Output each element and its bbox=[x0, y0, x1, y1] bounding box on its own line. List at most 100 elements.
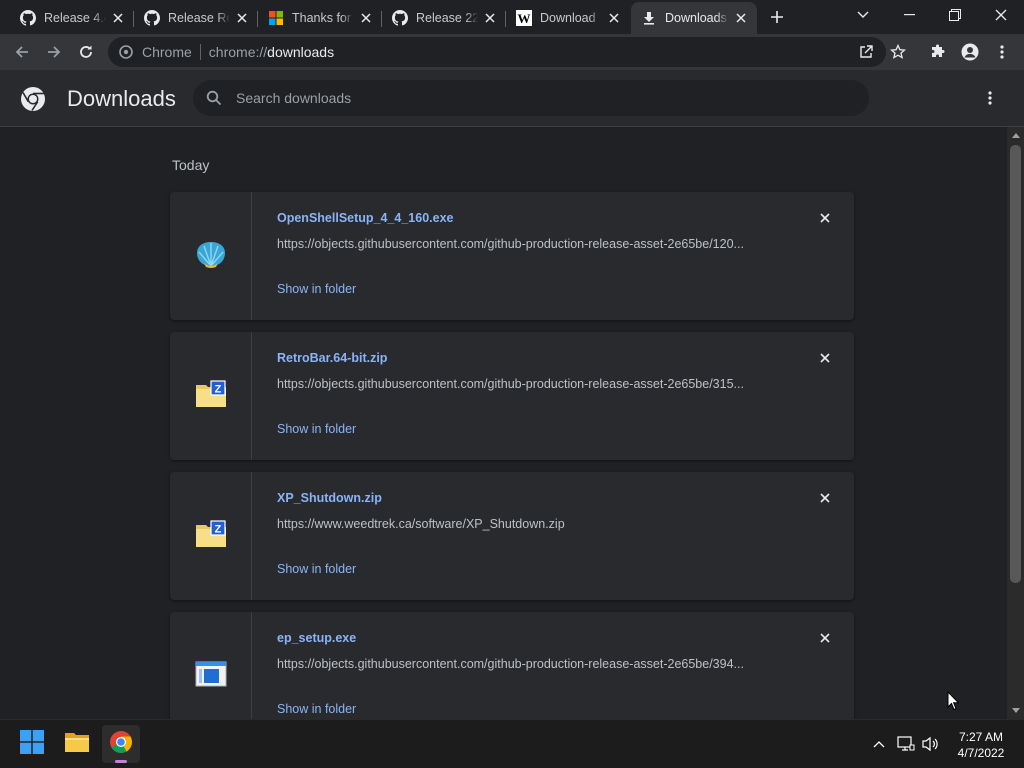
show-in-folder-link[interactable]: Show in folder bbox=[277, 282, 356, 296]
address-bar[interactable]: Chrome chrome:// downloads bbox=[108, 37, 886, 67]
scroll-up-arrow-icon[interactable] bbox=[1007, 127, 1024, 144]
colorful-grid-icon bbox=[268, 10, 284, 26]
network-icon[interactable] bbox=[896, 734, 916, 754]
vertical-scrollbar[interactable] bbox=[1007, 127, 1024, 719]
chrome-logo-icon bbox=[20, 86, 46, 112]
remove-from-list-icon[interactable] bbox=[815, 208, 835, 228]
url-host: downloads bbox=[267, 44, 335, 60]
url-scheme: chrome:// bbox=[208, 44, 268, 60]
tab-title: Thanks for downloading bbox=[292, 11, 354, 25]
reload-button[interactable] bbox=[72, 38, 100, 66]
file-explorer-icon bbox=[64, 731, 90, 758]
omnibox-divider bbox=[199, 44, 201, 60]
scrollbar-thumb[interactable] bbox=[1010, 145, 1021, 583]
close-tab-icon[interactable] bbox=[110, 10, 126, 26]
new-tab-button[interactable] bbox=[766, 6, 788, 28]
chrome-icon bbox=[109, 730, 133, 759]
chrome-menu-icon[interactable] bbox=[988, 38, 1016, 66]
remove-from-list-icon[interactable] bbox=[815, 348, 835, 368]
show-in-folder-link[interactable]: Show in folder bbox=[277, 422, 356, 436]
zip-folder-icon: Z bbox=[195, 519, 227, 553]
setup-window-icon bbox=[195, 661, 227, 692]
tab-thanks-for-downloading[interactable]: Thanks for downloading bbox=[258, 2, 382, 34]
download-item: Z RetroBar.64-bit.zip https://objects.gi… bbox=[170, 332, 854, 460]
tab-downloads[interactable]: Downloads bbox=[631, 2, 757, 34]
start-button[interactable] bbox=[13, 725, 51, 763]
zip-folder-icon: Z bbox=[195, 379, 227, 413]
close-tab-icon[interactable] bbox=[733, 10, 749, 26]
file-icon-column bbox=[170, 612, 252, 719]
tab-release-open-shell[interactable]: Release 4.4.160 bbox=[10, 2, 134, 34]
close-tab-icon[interactable] bbox=[482, 10, 498, 26]
tab-title: Release 4.4.160 bbox=[44, 11, 106, 25]
show-in-folder-link[interactable]: Show in folder bbox=[277, 562, 356, 576]
site-chip: Chrome bbox=[142, 44, 192, 60]
browser-toolbar: Chrome chrome:// downloads bbox=[0, 34, 1024, 70]
remove-from-list-icon[interactable] bbox=[815, 488, 835, 508]
file-icon-column: Z bbox=[170, 472, 252, 600]
volume-icon[interactable] bbox=[921, 734, 941, 754]
source-url[interactable]: https://objects.githubusercontent.com/gi… bbox=[277, 237, 777, 251]
page-title: Downloads bbox=[67, 86, 176, 111]
back-button[interactable] bbox=[8, 38, 36, 66]
bookmark-star-icon[interactable] bbox=[884, 38, 912, 66]
clock-date: 4/7/2022 bbox=[957, 746, 1005, 760]
w-logo-icon: W bbox=[516, 10, 532, 26]
github-icon bbox=[392, 10, 408, 26]
file-icon-column: Z bbox=[170, 332, 252, 460]
start-icon bbox=[20, 729, 44, 759]
close-tab-icon[interactable] bbox=[234, 10, 250, 26]
shell-icon bbox=[195, 239, 227, 274]
close-window-button[interactable] bbox=[978, 0, 1024, 30]
download-item: Z XP_Shutdown.zip https://www.weedtrek.c… bbox=[170, 472, 854, 600]
extensions-puzzle-icon[interactable] bbox=[924, 38, 952, 66]
file-explorer-button[interactable] bbox=[58, 725, 96, 763]
more-actions-icon[interactable] bbox=[976, 84, 1004, 112]
date-section-label: Today bbox=[172, 157, 210, 173]
source-url[interactable]: https://objects.githubusercontent.com/gi… bbox=[277, 657, 777, 671]
file-icon-column bbox=[170, 192, 252, 320]
download-icon bbox=[641, 10, 657, 26]
restore-button[interactable] bbox=[932, 0, 978, 30]
github-icon bbox=[20, 10, 36, 26]
profile-avatar-icon[interactable] bbox=[956, 38, 984, 66]
tab-title: Downloads bbox=[665, 11, 727, 25]
minimize-button[interactable] bbox=[886, 0, 932, 30]
scroll-down-arrow-icon[interactable] bbox=[1007, 702, 1024, 719]
tab-download[interactable]: W Download bbox=[506, 2, 630, 34]
file-name-link[interactable]: RetroBar.64-bit.zip bbox=[277, 351, 387, 365]
clock-time: 7:27 AM bbox=[958, 730, 1004, 744]
search-icon bbox=[205, 89, 223, 107]
share-icon[interactable] bbox=[852, 38, 880, 66]
file-name-link[interactable]: ep_setup.exe bbox=[277, 631, 356, 645]
windows-taskbar: 7:27 AM 4/7/2022 bbox=[0, 719, 1024, 768]
source-url[interactable]: https://objects.githubusercontent.com/gi… bbox=[277, 377, 777, 391]
close-tab-icon[interactable] bbox=[606, 10, 622, 26]
file-name-link[interactable]: XP_Shutdown.zip bbox=[277, 491, 382, 505]
tab-search-button[interactable] bbox=[840, 0, 886, 30]
remove-from-list-icon[interactable] bbox=[815, 628, 835, 648]
active-app-indicator bbox=[115, 760, 127, 763]
tab-strip: Release 4.4.160 Release RetroBar Thanks … bbox=[0, 0, 1024, 34]
tab-title: Download bbox=[540, 11, 596, 25]
svg-text:W: W bbox=[518, 11, 531, 26]
download-item: ep_setup.exe https://objects.githubuserc… bbox=[170, 612, 854, 719]
system-clock[interactable]: 7:27 AM 4/7/2022 bbox=[946, 729, 1016, 761]
chrome-taskbar-button[interactable] bbox=[102, 725, 140, 763]
chrome-page-icon bbox=[118, 44, 134, 60]
source-url[interactable]: https://www.weedtrek.ca/software/XP_Shut… bbox=[277, 517, 777, 531]
downloads-header: Downloads bbox=[0, 70, 1024, 127]
forward-button[interactable] bbox=[40, 38, 68, 66]
file-name-link[interactable]: OpenShellSetup_4_4_160.exe bbox=[277, 211, 453, 225]
close-tab-icon[interactable] bbox=[358, 10, 374, 26]
svg-text:Z: Z bbox=[214, 383, 221, 395]
show-hidden-icons-chevron-icon[interactable] bbox=[869, 734, 889, 754]
tab-release-22000[interactable]: Release 22000 bbox=[382, 2, 506, 34]
search-downloads-box[interactable] bbox=[193, 80, 869, 116]
tab-release-retrobar[interactable]: Release RetroBar bbox=[134, 2, 258, 34]
svg-text:Z: Z bbox=[214, 523, 221, 535]
show-in-folder-link[interactable]: Show in folder bbox=[277, 702, 356, 716]
download-item: OpenShellSetup_4_4_160.exe https://objec… bbox=[170, 192, 854, 320]
tab-title: Release 22000 bbox=[416, 11, 478, 25]
search-input[interactable] bbox=[236, 90, 836, 106]
